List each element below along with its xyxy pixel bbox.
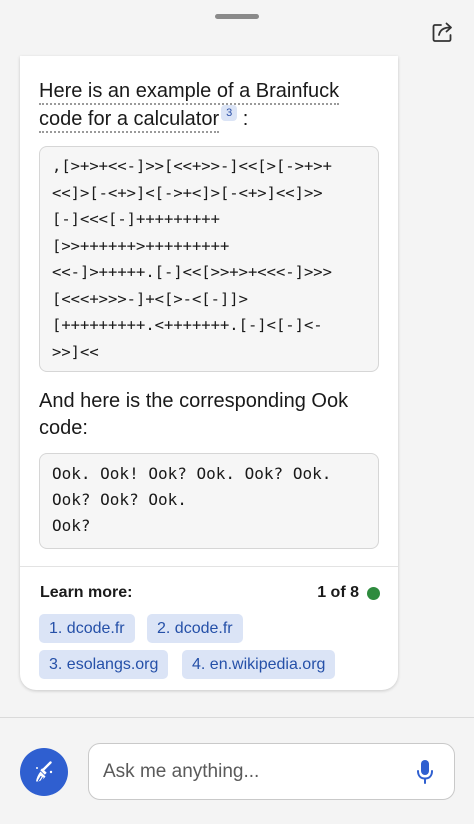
code-line: [-]<<<[-]+++++++++ [52,210,220,228]
code-line: [>>++++++>+++++++++ [52,236,230,255]
microphone-icon [417,760,433,784]
source-chip-esolangs[interactable]: 3. esolangs.org [39,650,169,679]
code-line: <<-]>+++++.[-]<<[>>+>+<<<-]>>> [52,263,332,281]
intro-text: Here is an example of a Brainfuck code f… [39,78,384,133]
code-line: Ook. Ook! Ook? Ook. Ook? Ook. [52,464,332,483]
intro-text-underlined: Here is an example of a Brainfuck code f… [39,80,340,133]
drag-handle[interactable] [215,14,259,19]
broom-icon [36,761,53,782]
code-line: ,[>+>+<<-]>>[<<+>>-]<<[>[->+>+ [52,157,332,175]
new-topic-button[interactable] [20,748,68,796]
microphone-button[interactable] [411,758,439,786]
code-line: >>]<< [52,342,99,361]
page-count-text: 1 of 8 [317,584,359,601]
top-bar [0,0,474,56]
code-line: [<<<+>>>-]+<[>-<[-]]> [52,289,248,308]
intro-colon: : [242,108,249,130]
source-chip-dcode-2[interactable]: 2. dcode.fr [147,614,243,643]
code-line: [+++++++++.<+++++++.[-]<[-]<- [52,316,323,334]
share-button[interactable] [428,18,458,46]
code-line: Ook? Ook? Ook. [52,490,187,509]
learn-more-label: Learn more: [40,584,133,601]
chat-input[interactable] [103,744,403,799]
composer-divider [0,717,474,718]
divider [20,566,398,567]
citation-badge[interactable]: 3 [221,105,238,121]
ook-code-block: Ook. Ook! Ook? Ook. Ook? Ook. Ook? Ook? O… [39,453,379,549]
code-line: <<]>[-<+>]<[->+<]>[-<+>]<<]>> [52,183,323,202]
page-count: 1 of 8 [317,584,380,602]
source-chip-wikipedia[interactable]: 4. en.wikipedia.org [182,650,336,679]
status-dot [367,586,380,600]
ook-intro-text: And here is the corresponding Ook code: [39,390,349,439]
code-line: Ook? [52,516,91,535]
source-chip-dcode-1[interactable]: 1. dcode.fr [39,614,135,643]
chat-input-box[interactable] [88,743,455,800]
share-icon [432,22,452,42]
brainfuck-code-block: ,[>+>+<<-]>>[<<+>>-]<<[>[->+>+ <<]>[-<+>]… [39,146,379,372]
response-card: Here is an example of a Brainfuck code f… [20,56,398,690]
